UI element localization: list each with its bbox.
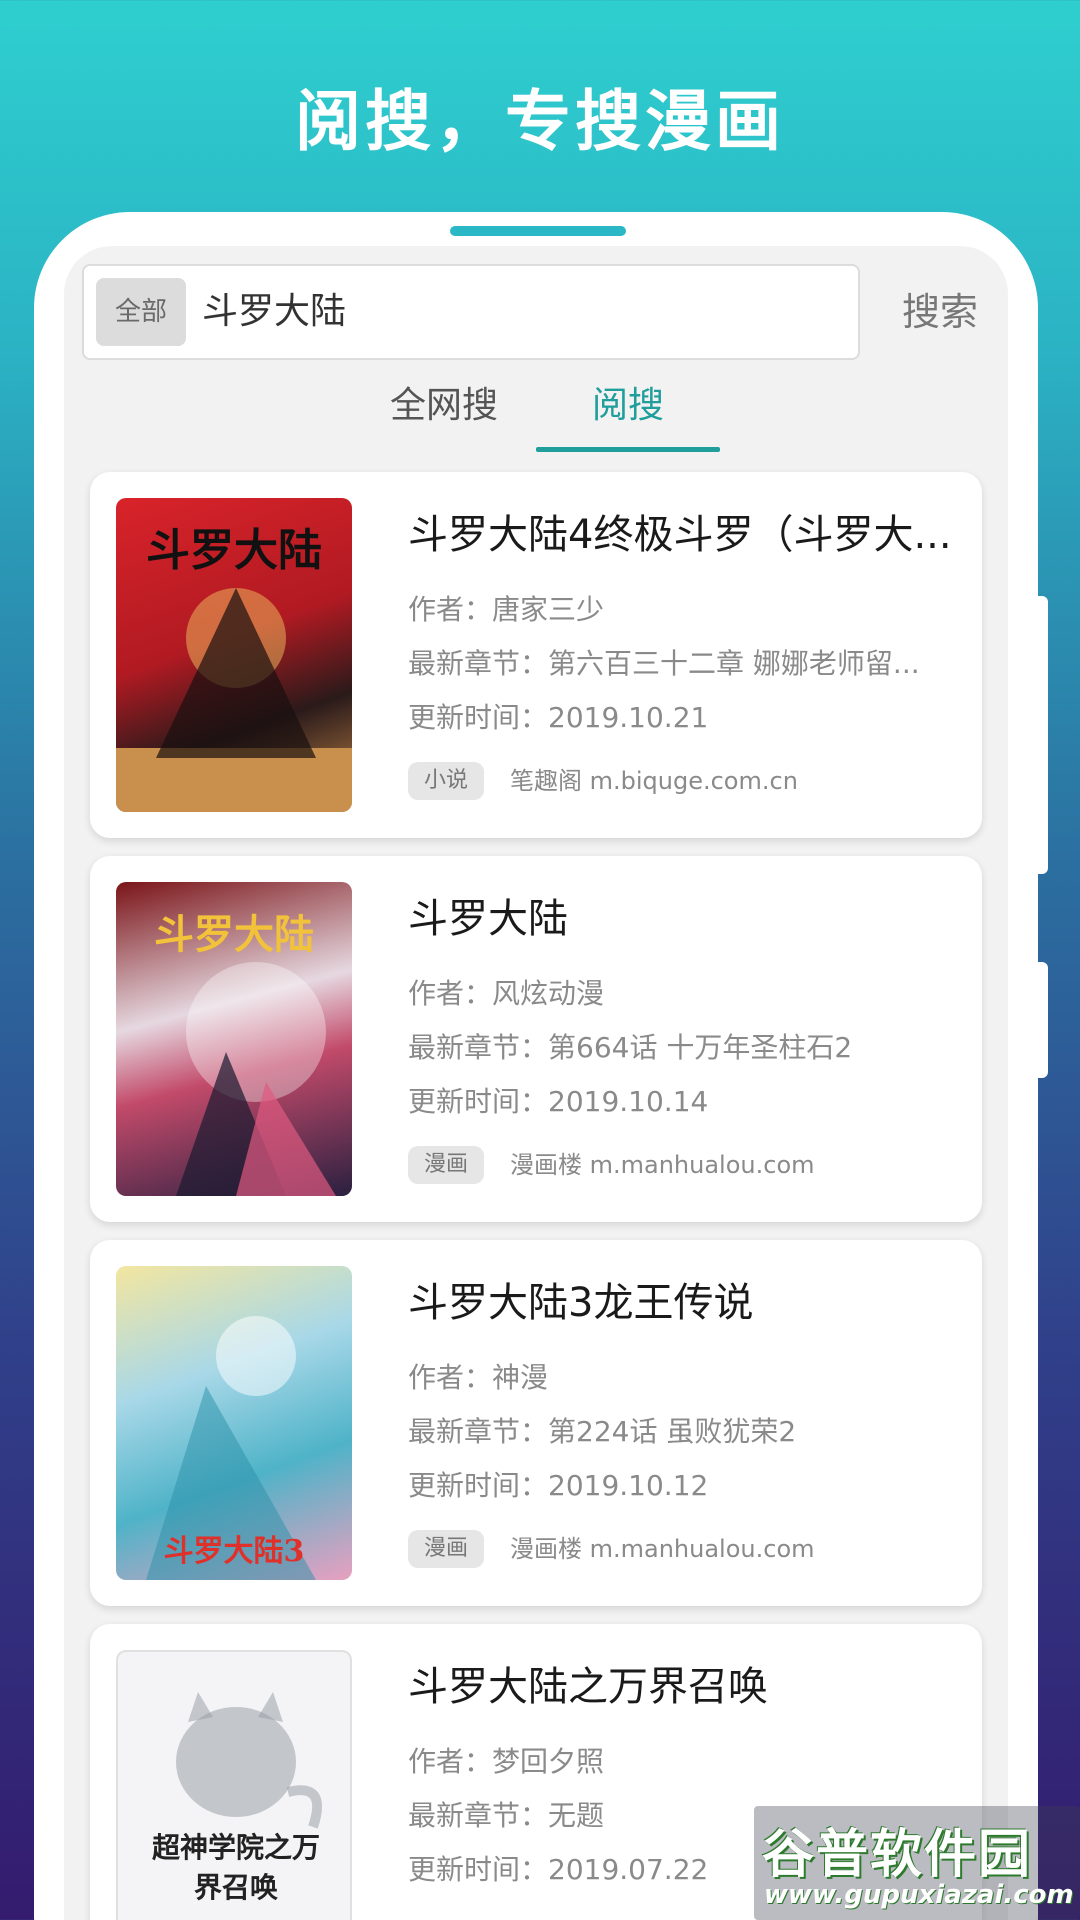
update-label: 更新时间：: [408, 1469, 549, 1502]
author-value: 唐家三少: [492, 593, 605, 626]
update-value: 2019.10.14: [548, 1085, 709, 1118]
app-screen: 全部 斗罗大陆 搜索 全网搜 阅搜 斗罗大陆 斗罗大陆4终极斗罗（斗罗大... …: [64, 246, 1008, 1920]
result-card[interactable]: 斗罗大陆 斗罗大陆 作者：风炫动漫 最新章节：第664话 十万年圣柱石2 更新时…: [90, 856, 982, 1222]
cover-title: 斗罗大陆3: [163, 1534, 305, 1569]
book-update-time: 更新时间：2019.10.21: [408, 696, 968, 736]
cover-title: 超神学院之万界召唤: [152, 1831, 321, 1904]
book-update-time: 更新时间：2019.10.14: [408, 1080, 968, 1120]
chapter-label: 最新章节：: [408, 1415, 549, 1448]
book-latest-chapter: 最新章节：第664话 十万年圣柱石2: [408, 1026, 968, 1066]
result-card[interactable]: 斗罗大陆3 斗罗大陆3龙王传说 作者：神漫 最新章节：第224话 虽败犹荣2 更…: [90, 1240, 982, 1606]
tab-yuesou[interactable]: 阅搜: [536, 376, 720, 452]
search-query[interactable]: 斗罗大陆: [202, 266, 346, 358]
author-value: 神漫: [492, 1361, 549, 1394]
book-author: 作者：神漫: [408, 1356, 968, 1396]
search-tabs: 全网搜 阅搜: [64, 376, 1008, 452]
source-site: 漫画楼 m.manhualou.com: [510, 1535, 815, 1563]
book-title: 斗罗大陆之万界召唤: [408, 1664, 768, 1710]
book-latest-chapter: 最新章节：第224话 虽败犹荣2: [408, 1410, 968, 1450]
phone-side-button: [1038, 596, 1048, 874]
author-label: 作者：: [408, 977, 493, 1010]
book-title: 斗罗大陆: [408, 896, 568, 942]
chapter-value: 第六百三十二章 娜娜老师留...: [548, 647, 920, 680]
cover-title: 斗罗大陆: [154, 911, 314, 958]
chapter-label: 最新章节：: [408, 1799, 549, 1832]
category-badge: 小说: [408, 762, 485, 800]
source-site: 漫画楼 m.manhualou.com: [510, 1151, 815, 1179]
update-value: 2019.10.21: [548, 701, 709, 734]
author-label: 作者：: [408, 593, 493, 626]
phone-side-button: [1038, 962, 1048, 1078]
phone-earpiece: [450, 226, 626, 236]
book-cover: 超神学院之万界召唤: [116, 1650, 352, 1920]
category-badge: 漫画: [408, 1146, 485, 1184]
search-input[interactable]: 全部 斗罗大陆: [82, 264, 860, 360]
book-cover: 斗罗大陆3: [116, 1266, 352, 1580]
author-value: 梦回夕照: [492, 1745, 605, 1778]
chapter-value: 无题: [548, 1799, 605, 1832]
book-cover: 斗罗大陆: [116, 882, 352, 1196]
book-title: 斗罗大陆4终极斗罗（斗罗大...: [408, 512, 952, 558]
author-label: 作者：: [408, 1745, 493, 1778]
book-title: 斗罗大陆3龙王传说: [408, 1280, 754, 1326]
book-author: 作者：风炫动漫: [408, 972, 968, 1012]
search-button[interactable]: 搜索: [890, 264, 990, 360]
update-label: 更新时间：: [408, 701, 549, 734]
update-label: 更新时间：: [408, 1085, 549, 1118]
chapter-label: 最新章节：: [408, 647, 549, 680]
book-author: 作者：梦回夕照: [408, 1740, 968, 1780]
source-site: 笔趣阁 m.biquge.com.cn: [510, 767, 798, 795]
watermark-url: www.gupuxiazai.com: [764, 1880, 1074, 1910]
tab-all-web[interactable]: 全网搜: [352, 376, 536, 452]
search-bar: 全部 斗罗大陆 搜索: [82, 264, 992, 360]
author-value: 风炫动漫: [492, 977, 605, 1010]
result-card[interactable]: 斗罗大陆 斗罗大陆4终极斗罗（斗罗大... 作者：唐家三少 最新章节：第六百三十…: [90, 472, 982, 838]
chapter-label: 最新章节：: [408, 1031, 549, 1064]
cover-title: 斗罗大陆: [146, 525, 322, 576]
update-value: 2019.10.12: [548, 1469, 709, 1502]
update-value: 2019.07.22: [548, 1853, 709, 1886]
chapter-value: 第664话 十万年圣柱石2: [548, 1031, 853, 1064]
chapter-value: 第224话 虽败犹荣2: [548, 1415, 797, 1448]
book-cover: 斗罗大陆: [116, 498, 352, 812]
book-author: 作者：唐家三少: [408, 588, 968, 628]
search-scope-selector[interactable]: 全部: [96, 278, 186, 346]
author-label: 作者：: [408, 1361, 493, 1394]
book-latest-chapter: 最新章节：第六百三十二章 娜娜老师留...: [408, 642, 968, 682]
category-badge: 漫画: [408, 1530, 485, 1568]
headline: 阅搜，专搜漫画: [295, 83, 785, 160]
update-label: 更新时间：: [408, 1853, 549, 1886]
watermark-name: 谷普软件园: [762, 1825, 1033, 1885]
book-update-time: 更新时间：2019.10.12: [408, 1464, 968, 1504]
site-watermark: 谷普软件园 www.gupuxiazai.com: [754, 1806, 1080, 1920]
